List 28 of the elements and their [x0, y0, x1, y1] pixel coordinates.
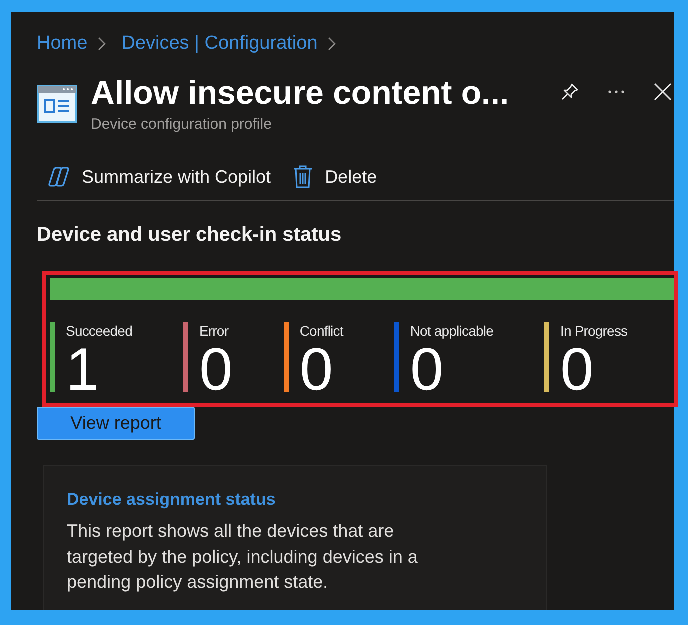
section-title: Device and user check-in status	[36, 223, 343, 248]
status-count: 0	[300, 340, 334, 400]
status-count: 1	[66, 340, 100, 400]
status-count: 0	[410, 340, 444, 400]
breadcrumb-link[interactable]: Home	[37, 32, 88, 56]
status-label: Conflict	[300, 322, 344, 340]
pin-icon[interactable]	[561, 83, 579, 101]
status-count: 0	[560, 340, 594, 400]
chevron-icon	[328, 37, 336, 51]
breadcrumb-link[interactable]: Devices | Configuration	[122, 32, 318, 56]
status-label: In Progress	[560, 322, 628, 340]
delete-button[interactable]: Delete	[282, 161, 388, 193]
window-icon	[37, 85, 77, 123]
status-label: Not applicable	[410, 322, 494, 340]
close-icon[interactable]	[654, 83, 672, 101]
page-subtitle: Device configuration profile	[91, 115, 273, 135]
summarize-button[interactable]: Summarize with Copilot	[37, 161, 282, 193]
report-link[interactable]: Device assignment status	[67, 489, 523, 511]
view-report-button[interactable]: View report	[37, 407, 195, 440]
more-icon[interactable]	[608, 90, 625, 94]
status-label: Succeeded	[66, 322, 132, 340]
linked-shapes-icon	[48, 167, 70, 187]
status-label: Error	[199, 322, 230, 340]
report-description: This report shows all the devices that are targeted by the policy, including devices in a pending policy assignment state.	[67, 520, 419, 594]
trash-icon	[293, 165, 314, 189]
chevron-icon	[98, 37, 106, 51]
page-title: Allow insecure content o...	[91, 73, 510, 113]
status-count: 0	[199, 340, 233, 400]
